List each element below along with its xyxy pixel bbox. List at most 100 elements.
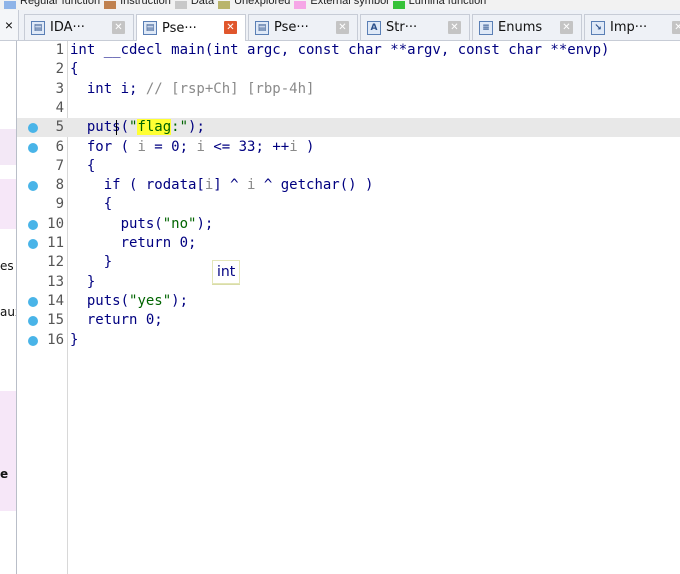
code-token: { xyxy=(70,196,113,213)
left-panel-text: es xyxy=(0,259,14,273)
code-token: if ( rodata[ xyxy=(70,177,205,194)
ida-view-icon: ▤ xyxy=(31,20,45,35)
legend-swatch xyxy=(294,1,307,9)
code-line[interactable]: 5 puts("flag:"); xyxy=(17,118,680,138)
code-text: } xyxy=(70,331,78,350)
code-token: // [rsp+Ch] [rbp-4h] xyxy=(145,80,315,97)
line-number: 6 xyxy=(55,138,64,155)
code-line[interactable]: 2{ xyxy=(17,60,680,79)
code-token: "no" xyxy=(162,215,197,232)
legend-swatch xyxy=(218,1,231,9)
code-token: ) xyxy=(297,138,315,155)
code-token: int __cdecl main(int argc, const char **… xyxy=(70,42,610,58)
tab-close-icon[interactable]: ✕ xyxy=(560,21,573,34)
code-line[interactable]: 10 puts("no"); xyxy=(17,215,680,234)
tab-label: Str··· xyxy=(386,20,418,35)
code-text: return 0; xyxy=(70,311,163,330)
left-panel-highlight xyxy=(0,179,16,229)
code-token: = 0; xyxy=(145,138,197,155)
tab-close-icon[interactable]: ✕ xyxy=(224,21,237,34)
tab-label: Enums xyxy=(498,20,543,35)
tab-label: IDA··· xyxy=(50,20,85,35)
tab-label: Imp··· xyxy=(610,20,648,35)
tab-6[interactable]: ↘ Imp··· ✕ xyxy=(584,14,680,40)
code-text: puts("no"); xyxy=(70,215,214,234)
tab-close-icon[interactable]: ✕ xyxy=(112,21,125,34)
legend-swatch xyxy=(392,1,405,9)
code-line[interactable]: 9 { xyxy=(17,195,680,214)
legend-label: Data xyxy=(190,0,215,7)
line-number: 5 xyxy=(55,119,64,136)
code-text: return 0; xyxy=(70,234,197,253)
line-number: 9 xyxy=(55,196,64,213)
code-text: { xyxy=(70,60,78,79)
legend-item: Unexplored xyxy=(218,0,290,10)
legend-label: Unexplored xyxy=(234,0,291,7)
text-caret xyxy=(116,120,117,136)
tab-close-icon[interactable]: ✕ xyxy=(448,21,461,34)
tab-label: Pse··· xyxy=(162,20,197,36)
imports-icon: ↘ xyxy=(591,20,605,35)
tab-4[interactable]: A Str··· ✕ xyxy=(360,14,470,40)
code-token: i xyxy=(137,138,146,155)
legend-item: Instruction xyxy=(104,0,171,10)
code-token: return 0; xyxy=(70,312,163,329)
legend-item: Lumina function xyxy=(392,0,487,10)
left-panel-text: e xyxy=(0,467,9,481)
code-line[interactable]: 3 int i; // [rsp+Ch] [rbp-4h] xyxy=(17,80,680,99)
left-panel-text: aux xyxy=(0,305,16,319)
tab-1[interactable]: ▤ IDA··· ✕ xyxy=(24,14,134,40)
code-token: ); xyxy=(171,292,189,309)
legend-swatch xyxy=(174,1,187,9)
code-token: i xyxy=(196,138,205,155)
tab-close-icon[interactable]: ✕ xyxy=(672,21,680,34)
line-number: 14 xyxy=(47,292,64,309)
line-number: 10 xyxy=(47,215,64,232)
code-line[interactable]: 12 } xyxy=(17,253,680,272)
code-line[interactable]: 8 if ( rodata[i] ^ i ^ getchar() ) xyxy=(17,176,680,195)
code-line[interactable]: 11 return 0; xyxy=(17,234,680,253)
pseudocode-editor[interactable]: 1 int __cdecl main(int argc, const char *… xyxy=(17,41,680,574)
legend-label: Lumina function xyxy=(408,0,487,7)
legend-item: External symbol xyxy=(294,0,389,10)
code-token: ^ getchar() ) xyxy=(255,177,374,194)
legend-swatch xyxy=(104,1,117,9)
code-line[interactable]: 13 } xyxy=(17,273,680,292)
code-token: { xyxy=(70,157,96,174)
code-token: return 0; xyxy=(70,235,197,251)
line-number: 7 xyxy=(55,157,64,174)
code-line[interactable]: 16} xyxy=(17,331,680,350)
enums-icon: ≡ xyxy=(479,20,493,35)
code-text: for ( i = 0; i <= 33; ++i ) xyxy=(70,138,315,157)
code-text: { xyxy=(70,195,112,214)
code-line[interactable]: 15 return 0; xyxy=(17,311,680,330)
legend-label: Instruction xyxy=(120,0,171,7)
code-text: { xyxy=(70,157,95,176)
code-token: } xyxy=(70,254,113,271)
code-token: puts( xyxy=(70,292,130,309)
code-text: int __cdecl main(int argc, const char **… xyxy=(70,41,609,60)
left-panel-highlight xyxy=(0,391,16,511)
code-token: puts( xyxy=(70,215,163,232)
code-line[interactable]: 1 int __cdecl main(int argc, const char *… xyxy=(17,41,680,60)
tab-5[interactable]: ≡ Enums ✕ xyxy=(472,14,582,40)
close-panel-icon[interactable]: × xyxy=(0,10,19,40)
tab-3[interactable]: ▤ Pse··· ✕ xyxy=(248,14,358,40)
legend-label: Regular function xyxy=(20,0,101,7)
pseudocode-icon: ▤ xyxy=(255,20,269,35)
code-token: i xyxy=(289,138,298,155)
tab-close-icon[interactable]: ✕ xyxy=(336,21,349,34)
code-line[interactable]: 6 for ( i = 0; i <= 33; ++i ) xyxy=(17,138,680,157)
tab-bar: × ▤ IDA··· ✕ ▤ Pse··· ✕ ▤ Pse··· ✕ A Str··· ✕ ≡ Enums… xyxy=(0,10,680,41)
code-line[interactable]: 4 xyxy=(17,99,680,118)
code-line[interactable]: 7 { xyxy=(17,157,680,176)
code-token: "yes" xyxy=(129,292,172,309)
tab-2[interactable]: ▤ Pse··· ✕ xyxy=(136,14,246,41)
line-number: 16 xyxy=(47,331,64,348)
left-side-panel: es aux e xyxy=(0,41,17,574)
line-number: 3 xyxy=(55,80,64,97)
code-token: for ( xyxy=(70,138,138,155)
code-text: int i; // [rsp+Ch] [rbp-4h] xyxy=(70,80,315,99)
code-line[interactable]: 14 puts("yes"); xyxy=(17,292,680,311)
line-number: 4 xyxy=(55,99,64,116)
